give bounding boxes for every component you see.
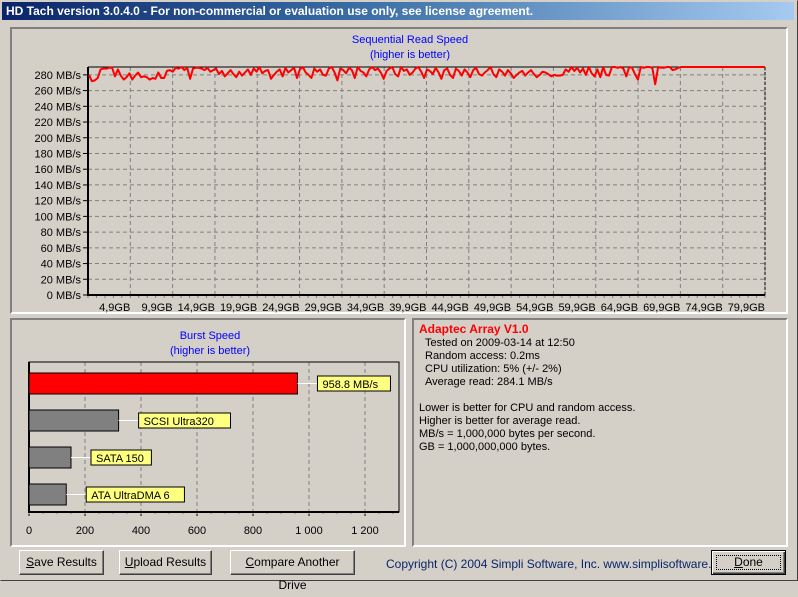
- copyright-text: Copyright (C) 2004 Simpli Software, Inc.…: [386, 557, 735, 571]
- y-tick-label: 160 MB/s: [35, 164, 82, 176]
- y-tick-label: 220 MB/s: [35, 117, 82, 129]
- y-tick-label: 40 MB/s: [41, 259, 82, 271]
- burst-chart-title-text: Burst Speed: [179, 330, 241, 342]
- x-tick-label: 19,9GB: [220, 302, 257, 314]
- burst-chart-title: Burst Speed (higher is better): [130, 329, 290, 359]
- save-label: ave Results: [34, 555, 97, 569]
- x-tick-label: 14,9GB: [178, 302, 215, 314]
- y-tick-label: 140 MB/s: [35, 180, 82, 192]
- x-tick-label: 34,9GB: [347, 302, 384, 314]
- y-tick-label: 120 MB/s: [35, 196, 82, 208]
- compare-another-drive-button[interactable]: Compare Another Drive: [230, 550, 355, 592]
- info-note: GB = 1,000,000,000 bytes.: [419, 441, 551, 453]
- upload-results-button[interactable]: Upload Results: [119, 550, 212, 575]
- x-tick-label: 9,9GB: [141, 302, 172, 314]
- x-tick-label: 74,9GB: [685, 302, 722, 314]
- upload-label: pload Results: [133, 555, 207, 569]
- y-tick-label: 80 MB/s: [41, 227, 82, 239]
- x-tick-label: 4,9GB: [99, 302, 130, 314]
- sequential-read-chart: 0 MB/s 20 MB/s 40 MB/s 60 MB/s 80 MB/s 100 MB…: [35, 66, 766, 314]
- tested-on: Tested on 2009-03-14 at 12:50: [425, 337, 575, 349]
- average-read: Average read: 284.1 MB/s: [425, 376, 553, 388]
- compare-mnemonic: C: [245, 555, 255, 569]
- y-tick-label: 20 MB/s: [41, 274, 82, 286]
- x-tick-label: 49,9GB: [474, 302, 511, 314]
- y-tick-label: 60 MB/s: [41, 243, 82, 255]
- x-tick-label: 69,9GB: [643, 302, 680, 314]
- y-tick-label: 0 MB/s: [47, 290, 82, 302]
- info-note: Higher is better for average read.: [419, 415, 581, 427]
- y-tick-label: 180 MB/s: [35, 148, 82, 160]
- x-tick-label: 39,9GB: [389, 302, 426, 314]
- y-tick-label: 100 MB/s: [35, 211, 82, 223]
- x-tick-label: 59,9GB: [558, 302, 595, 314]
- x-tick-label: 24,9GB: [262, 302, 299, 314]
- info-note: Lower is better for CPU and random acces…: [419, 402, 636, 414]
- drive-name: Adaptec Array V1.0: [419, 322, 529, 336]
- burst-chart-subtitle: (higher is better): [169, 345, 251, 357]
- y-tick-label: 200 MB/s: [35, 133, 82, 145]
- x-tick-label: 64,9GB: [601, 302, 638, 314]
- compare-label: ompare Another Drive: [254, 555, 340, 592]
- y-tick-label: 280 MB/s: [35, 70, 82, 82]
- x-tick-label: 44,9GB: [432, 302, 469, 314]
- x-tick-label: 79,9GB: [728, 302, 765, 314]
- x-tick-label: 54,9GB: [516, 302, 553, 314]
- done-button[interactable]: Done: [711, 550, 786, 575]
- random-access: Random access: 0.2ms: [425, 350, 540, 362]
- cpu-utilization: CPU utilization: 5% (+/- 2%): [425, 363, 562, 375]
- focus-rect: [716, 555, 781, 570]
- save-mnemonic: S: [26, 555, 35, 569]
- x-tick-label: 29,9GB: [305, 302, 342, 314]
- info-note: MB/s = 1,000,000 bytes per second.: [419, 428, 596, 440]
- save-results-button[interactable]: Save Results: [19, 550, 104, 575]
- y-tick-label: 240 MB/s: [35, 101, 82, 113]
- y-tick-label: 260 MB/s: [35, 86, 82, 98]
